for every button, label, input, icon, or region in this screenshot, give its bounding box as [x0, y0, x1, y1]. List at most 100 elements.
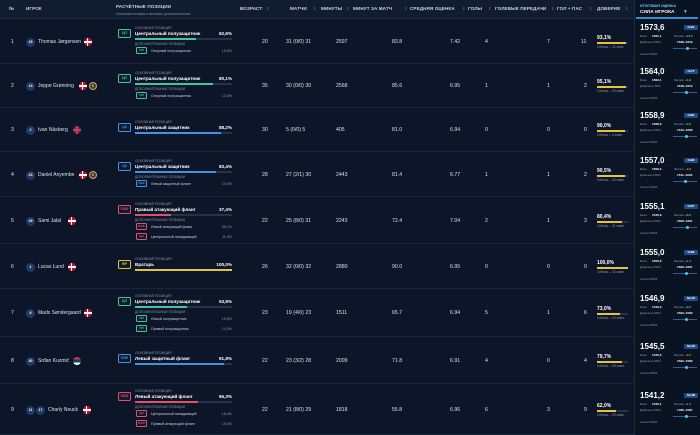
col-goals-header[interactable]: ГОЛЫ: [468, 6, 482, 11]
player-name[interactable]: Thomas Jørgensen: [38, 39, 81, 45]
col-positions-header[interactable]: РАСЧЁТНЫЕ ПОЗИЦИИ: [116, 4, 171, 9]
table-row[interactable]: 2 13 Jeppe Grønning K ЦП ОСНОВНАЯ ПОЗИЦИЯ Цент…: [0, 64, 700, 108]
assists-value: 1: [547, 172, 550, 178]
main-position-label: ОСНОВНАЯ ПОЗИЦИЯ: [135, 26, 172, 30]
col-player-header[interactable]: ИГРОК: [26, 6, 42, 11]
main-position-code: ЛАФ: [118, 392, 131, 401]
table-row[interactable]: 6 1 Lucas Lund ВР ОСНОВНАЯ ПОЗИЦИЯ Вратарь 100…: [0, 244, 700, 289]
form-value: –0,1: [685, 353, 692, 357]
col-ga-header[interactable]: ГОЛ + ПАС: [557, 6, 582, 11]
goals-value: 0: [485, 264, 488, 270]
table-row[interactable]: 9 11 17 Charly Nouck ЛАФ ОСНОВНАЯ ПОЗИЦИЯ Левы…: [0, 384, 700, 435]
main-position-percent: 83,4%: [218, 164, 232, 169]
player-strength-cell[interactable]: 1558,9 №80 База 1558,9 Форма +0,0 Диапаз…: [634, 108, 700, 152]
trust-percent: 90,0%: [597, 123, 612, 129]
shirt-number-badge: 8: [26, 309, 35, 318]
trust-bar: [597, 175, 628, 177]
sort-icon[interactable]: ⇕: [346, 6, 349, 11]
shirt-number-badge: 19: [26, 38, 35, 47]
minutes-per-match-value: 85.6: [392, 83, 403, 89]
col-minutes-header[interactable]: МИНУТЫ: [321, 6, 342, 11]
player-strength-cell[interactable]: 1555,0 №88 База 1553,9 Форма +1,1 Диапаз…: [634, 244, 700, 289]
range-label: Диапазон 80%: [640, 128, 661, 132]
table-row[interactable]: 4 24 Daniel Anyembe K ЦЗ ОСНОВНАЯ ПОЗИЦИЯ Цент…: [0, 152, 700, 197]
col-no-header[interactable]: №: [9, 6, 14, 11]
sort-icon[interactable]: ⇕: [589, 6, 592, 11]
sort-icon[interactable]: ⇕: [488, 6, 491, 11]
table-row[interactable]: 5 29 Sami Jalal ПАФ ОСНОВНАЯ ПОЗИЦИЯ Правый а…: [0, 197, 700, 244]
table-row[interactable]: 7 8 Mads Søndergaard ЦП ОСНОВНАЯ ПОЗИЦИЯ Цент…: [0, 289, 700, 337]
main-position-code: ЛЗФ: [118, 354, 131, 363]
col-matches-header[interactable]: МАТЧИ: [290, 6, 307, 11]
table-row[interactable]: 8 30 Srđan Kuzmić ЛЗФ ОСНОВНАЯ ПОЗИЦИЯ Левый …: [0, 337, 700, 384]
season-label: Сезон 25/26: [640, 323, 658, 327]
shirt-number-badge: 11: [26, 406, 35, 415]
sort-icon[interactable]: ⇕: [551, 6, 554, 11]
player-strength-cell[interactable]: 1545,5 №126 База 1545,6 Форма –0,1 Диапа…: [634, 337, 700, 384]
sort-icon[interactable]: ⇕: [313, 6, 316, 11]
table-row[interactable]: 3 2 Ivan Näsberg ЦЗ ОСНОВНАЯ ПОЗИЦИЯ Централь…: [0, 108, 700, 152]
strength-value: 1545,5: [640, 342, 665, 351]
shirt-number-badge: 17: [36, 406, 45, 415]
trust-percent: 79,7%: [597, 354, 612, 360]
player-name[interactable]: Mads Søndergaard: [38, 310, 81, 316]
player-strength-cell[interactable]: 1557,0 №82 База 1559,2 Форма –2,2 Диапаз…: [634, 152, 700, 197]
main-position-bar: [135, 401, 232, 403]
strength-range-slider: [673, 91, 697, 94]
goals-value: 0: [485, 127, 488, 133]
player-name[interactable]: Jeppe Grønning: [38, 83, 74, 89]
main-position-bar: [135, 171, 232, 173]
player-strength-cell[interactable]: 1573,6 №29 База 1561,1 Форма +12,5 Диапа…: [634, 19, 700, 64]
main-position-bar: [135, 269, 232, 271]
goals-plus-assists-value: 6: [584, 310, 587, 316]
main-position-code: ЦП: [118, 74, 131, 83]
strength-rank-badge: №75: [684, 69, 698, 74]
player-name[interactable]: Daniel Anyembe: [38, 172, 74, 178]
col-rating-header[interactable]: СРЕДНЯЯ ОЦЕНКА: [410, 6, 455, 11]
player-name[interactable]: Srđan Kuzmić: [38, 358, 69, 364]
age-value: 35: [262, 83, 268, 89]
player-strength-cell[interactable]: 1541,2 №138 База 1540,1 Форма +1,1 Диапа…: [634, 384, 700, 435]
trust-subtext: Сейчас – 23 зимн.: [597, 316, 625, 320]
sort-icon[interactable]: ⇕: [462, 6, 465, 11]
main-position-percent: 100,0%: [216, 262, 232, 267]
strength-range-slider: [673, 366, 697, 369]
age-value: 26: [262, 264, 268, 270]
col-trust-header[interactable]: ДОВЕРИЕ: [597, 6, 620, 11]
col-assists-header[interactable]: ГОЛЕВЫЕ ПЕРЕДАЧИ: [495, 6, 546, 11]
shirt-number-badge: 1: [26, 263, 35, 272]
player-strength-cell[interactable]: 1564,0 №75 База 1562,1 Форма +1,9 Диапаз…: [634, 64, 700, 108]
trust-percent: 73,0%: [597, 306, 612, 312]
minutes-per-match-value: 71.8: [392, 358, 403, 364]
matches-value: 19 (4/0) 23: [286, 310, 312, 316]
trust-percent: 100,0%: [597, 260, 614, 266]
player-name[interactable]: Sami Jalal: [38, 218, 61, 224]
main-position-name: Левый атакующий фланг: [135, 394, 193, 399]
sort-desc-icon[interactable]: ▼: [683, 10, 688, 15]
player-strength-cell[interactable]: 1546,9 №125 База 1546,9 Форма +0,0 Диапа…: [634, 289, 700, 337]
base-label: База: [640, 402, 647, 406]
col-age-header[interactable]: ВОЗРАСТ: [240, 6, 262, 11]
country-flag-icon: [79, 171, 87, 179]
extra-position-percent: 16,4%: [221, 411, 232, 416]
shirt-number-badge: 29: [26, 217, 35, 226]
player-name[interactable]: Charly Nouck: [48, 407, 78, 413]
sort-icon[interactable]: ⇕: [625, 6, 628, 11]
minutes-value: 1818: [336, 407, 348, 413]
range-value: 1509–1601: [677, 219, 693, 223]
base-value: 1546,9: [652, 213, 662, 217]
extra-positions-label: ДОПОЛНИТЕЛЬНЫЕ ПОЗИЦИИ: [135, 175, 186, 179]
player-name[interactable]: Ivan Näsberg: [38, 127, 68, 133]
sort-icon[interactable]: ⇕: [266, 6, 269, 11]
season-label: Сезон 25/26: [640, 420, 658, 424]
strength-range-slider: [673, 226, 697, 229]
table-row[interactable]: 1 19 Thomas Jørgensen ЦП ОСНОВНАЯ ПОЗИЦИЯ Цен…: [0, 19, 700, 64]
strength-range-slider: [673, 180, 697, 183]
sort-icon[interactable]: ⇕: [404, 6, 407, 11]
trust-bar: [597, 313, 628, 315]
player-strength-cell[interactable]: 1555,1 №87 База 1546,9 Форма +8,2 Диапаз…: [634, 197, 700, 244]
col-mpm-header[interactable]: МИНУТ ЗА МАТЧ: [353, 6, 392, 11]
form-label: Форма: [674, 34, 684, 38]
player-name[interactable]: Lucas Lund: [38, 264, 64, 270]
trust-percent: 95,1%: [597, 79, 612, 85]
